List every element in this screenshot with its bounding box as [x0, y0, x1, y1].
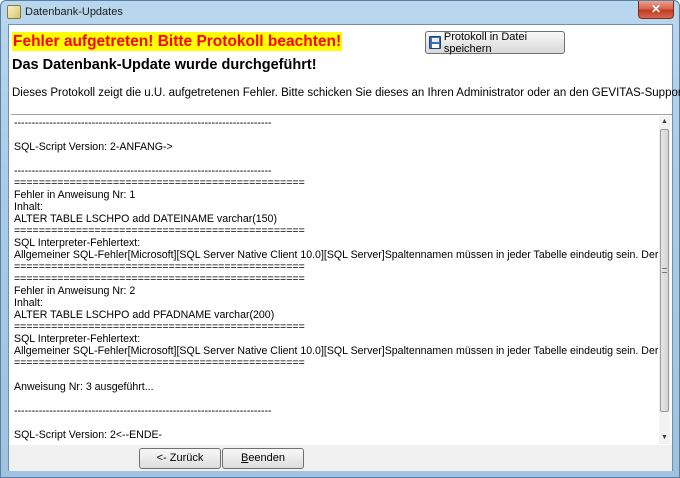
database-update-icon [7, 5, 21, 19]
log-line: Fehler in Anweisung Nr: 2 [14, 285, 136, 297]
log-line: ========================================… [14, 225, 305, 237]
log-line: SQL Interpreter-Fehlertext: [14, 237, 141, 249]
title-bar[interactable]: Datenbank-Updates ✕ [1, 1, 679, 23]
log-line: Allgemeiner SQL-Fehler[Microsoft][SQL Se… [14, 345, 659, 357]
save-log-button-label: Protokoll in Datei speichern [443, 30, 528, 55]
save-log-button[interactable]: Protokoll in Datei speichern [425, 30, 565, 55]
log-line: SQL-Script Version: 2<--ENDE- [14, 429, 163, 441]
log-line: ========================================… [14, 321, 305, 333]
log-line: ========================================… [14, 177, 305, 189]
log-line: ----------------------------------------… [14, 117, 272, 129]
vertical-scrollbar[interactable]: ▲ ▼ [659, 116, 670, 444]
error-headline: Fehler aufgetreten! Bitte Protokoll beac… [12, 32, 343, 51]
log-line: ----------------------------------------… [14, 405, 272, 417]
info-text: Dieses Protokoll zeigt die u.U. aufgetre… [12, 87, 680, 99]
button-bar: <- Zurück Beenden [9, 445, 672, 471]
log-line: ========================================… [14, 357, 305, 369]
floppy-disk-icon [429, 36, 441, 49]
log-line: Inhalt: [14, 201, 43, 213]
log-content: ----------------------------------------… [14, 117, 659, 443]
close-icon: ✕ [650, 2, 662, 16]
log-line: ========================================… [14, 273, 305, 285]
log-line: Fehler in Anweisung Nr: 1 [14, 189, 136, 201]
dialog-body: Fehler aufgetreten! Bitte Protokoll beac… [8, 24, 680, 471]
window-title: Datenbank-Updates [25, 6, 123, 18]
scroll-down-icon[interactable]: ▼ [659, 432, 670, 444]
log-line: SQL-Script Version: 2-ANFANG-> [14, 141, 173, 153]
log-line: ALTER TABLE LSCHPO add DATEINAME varchar… [14, 213, 277, 225]
log-line: ========================================… [14, 261, 305, 273]
log-line: Anweisung Nr: 3 ausgeführt... [14, 381, 154, 393]
back-button[interactable]: <- Zurück [139, 448, 221, 469]
close-button[interactable]: ✕ [638, 1, 674, 19]
end-button-label: eenden [248, 452, 286, 464]
log-line: ALTER TABLE LSCHPO add PFADNAME varchar(… [14, 309, 275, 321]
scroll-grip-icon [662, 268, 667, 273]
scroll-up-icon[interactable]: ▲ [659, 116, 670, 128]
log-line: Inhalt: [14, 297, 43, 309]
log-line: Allgemeiner SQL-Fehler[Microsoft][SQL Se… [14, 249, 659, 261]
log-textarea[interactable]: ----------------------------------------… [11, 114, 672, 444]
log-line: ----------------------------------------… [14, 165, 272, 177]
update-done-heading: Das Datenbank-Update wurde durchgeführt! [12, 57, 317, 73]
end-button[interactable]: Beenden [222, 448, 304, 469]
dialog-window: Datenbank-Updates ✕ Fehler aufgetreten! … [0, 0, 680, 478]
log-line: SQL Interpreter-Fehlertext: [14, 333, 141, 345]
scroll-thumb[interactable] [660, 129, 669, 412]
